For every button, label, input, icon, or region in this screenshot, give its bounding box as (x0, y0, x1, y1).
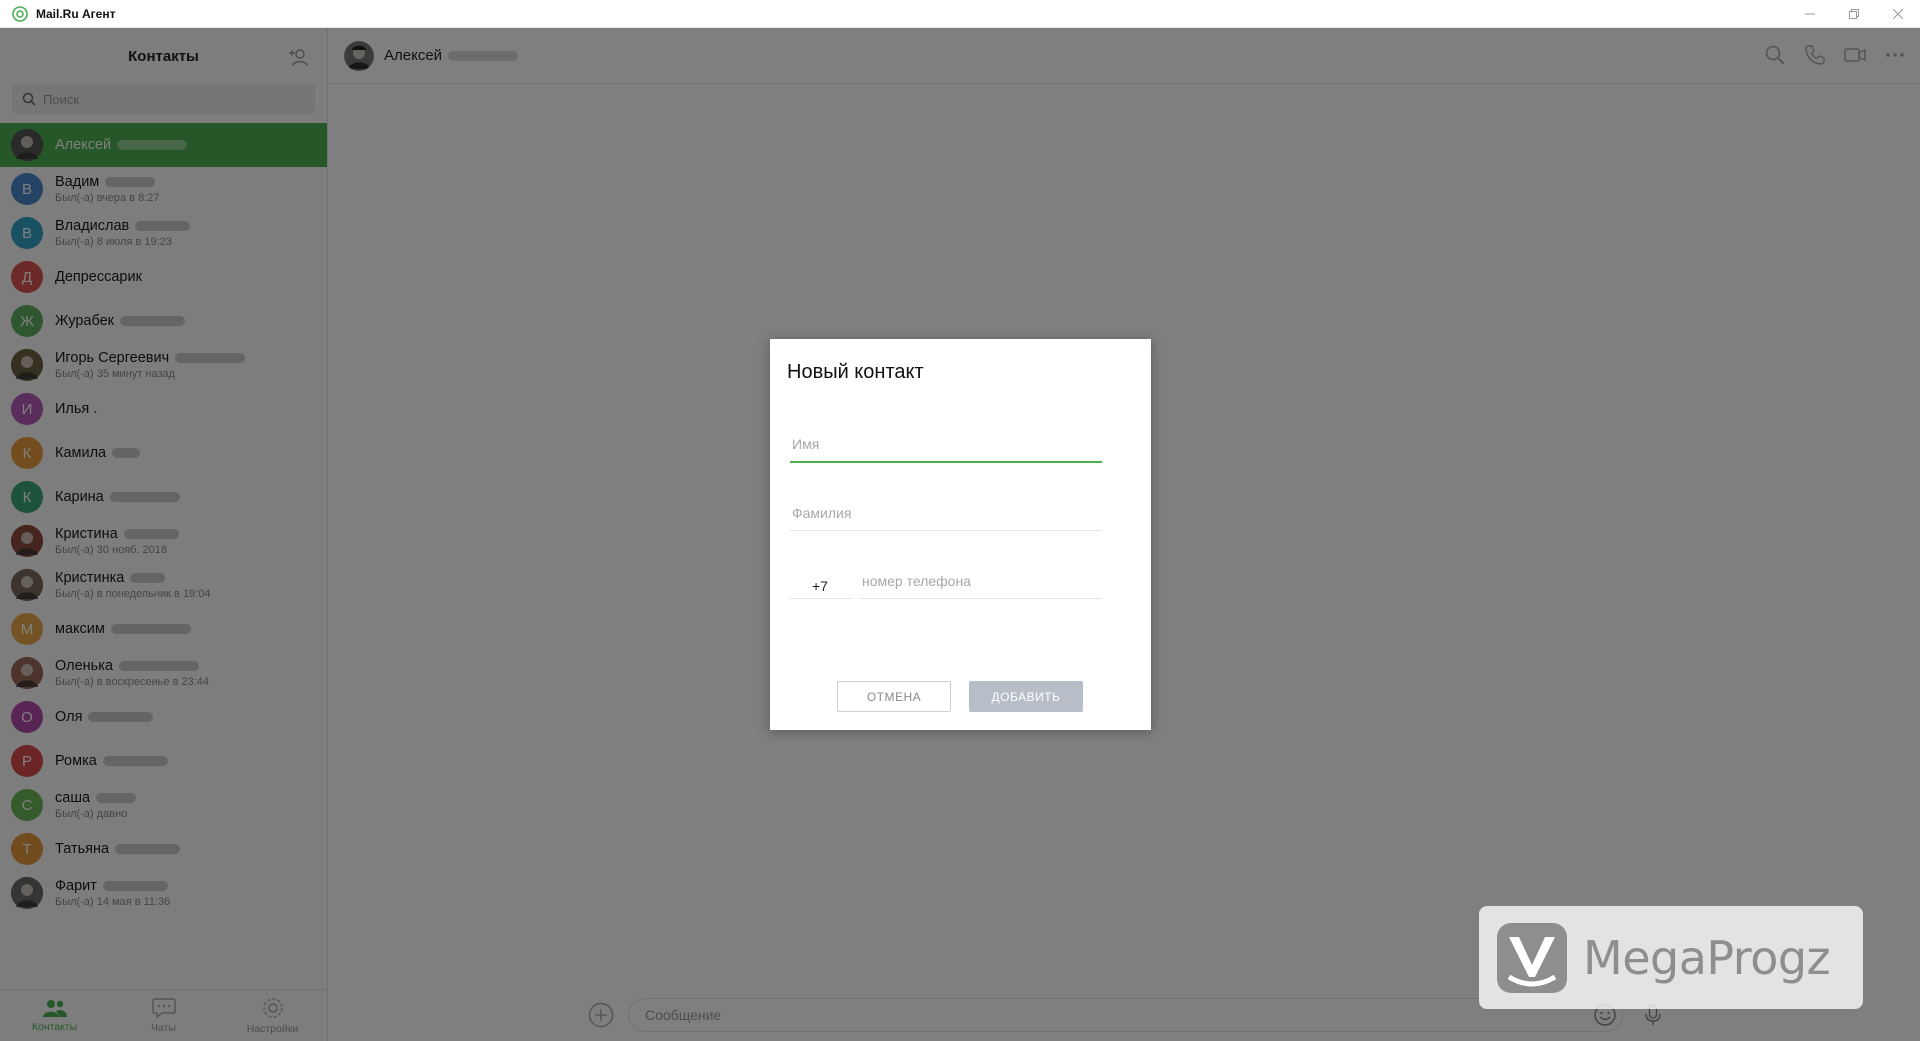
dialog-title: Новый контакт (787, 361, 924, 383)
add-button[interactable]: ДОБАВИТЬ (969, 681, 1083, 712)
close-window-button[interactable] (1876, 0, 1920, 28)
watermark: MegaProgz (1479, 906, 1863, 1009)
close-icon (1893, 9, 1903, 19)
app-title: Mail.Ru Агент (36, 6, 116, 21)
restore-icon (1849, 9, 1859, 19)
phone-prefix: +7 (812, 578, 828, 594)
title-bar: Mail.Ru Агент (0, 0, 1920, 28)
phone-input[interactable] (860, 563, 1102, 599)
cancel-button[interactable]: ОТМЕНА (837, 681, 951, 712)
watermark-text: MegaProgz (1583, 930, 1831, 985)
mailru-agent-logo-icon (12, 5, 28, 22)
minimize-button[interactable] (1788, 0, 1832, 28)
first-name-input[interactable] (790, 427, 1102, 463)
last-name-input[interactable] (790, 495, 1102, 531)
megaprogz-logo-icon (1497, 922, 1567, 993)
restore-button[interactable] (1832, 0, 1876, 28)
minimize-icon (1805, 13, 1815, 15)
window-controls (1788, 0, 1920, 28)
new-contact-dialog: Новый контакт +7 ОТМЕНА ДОБАВИТЬ (770, 339, 1151, 730)
